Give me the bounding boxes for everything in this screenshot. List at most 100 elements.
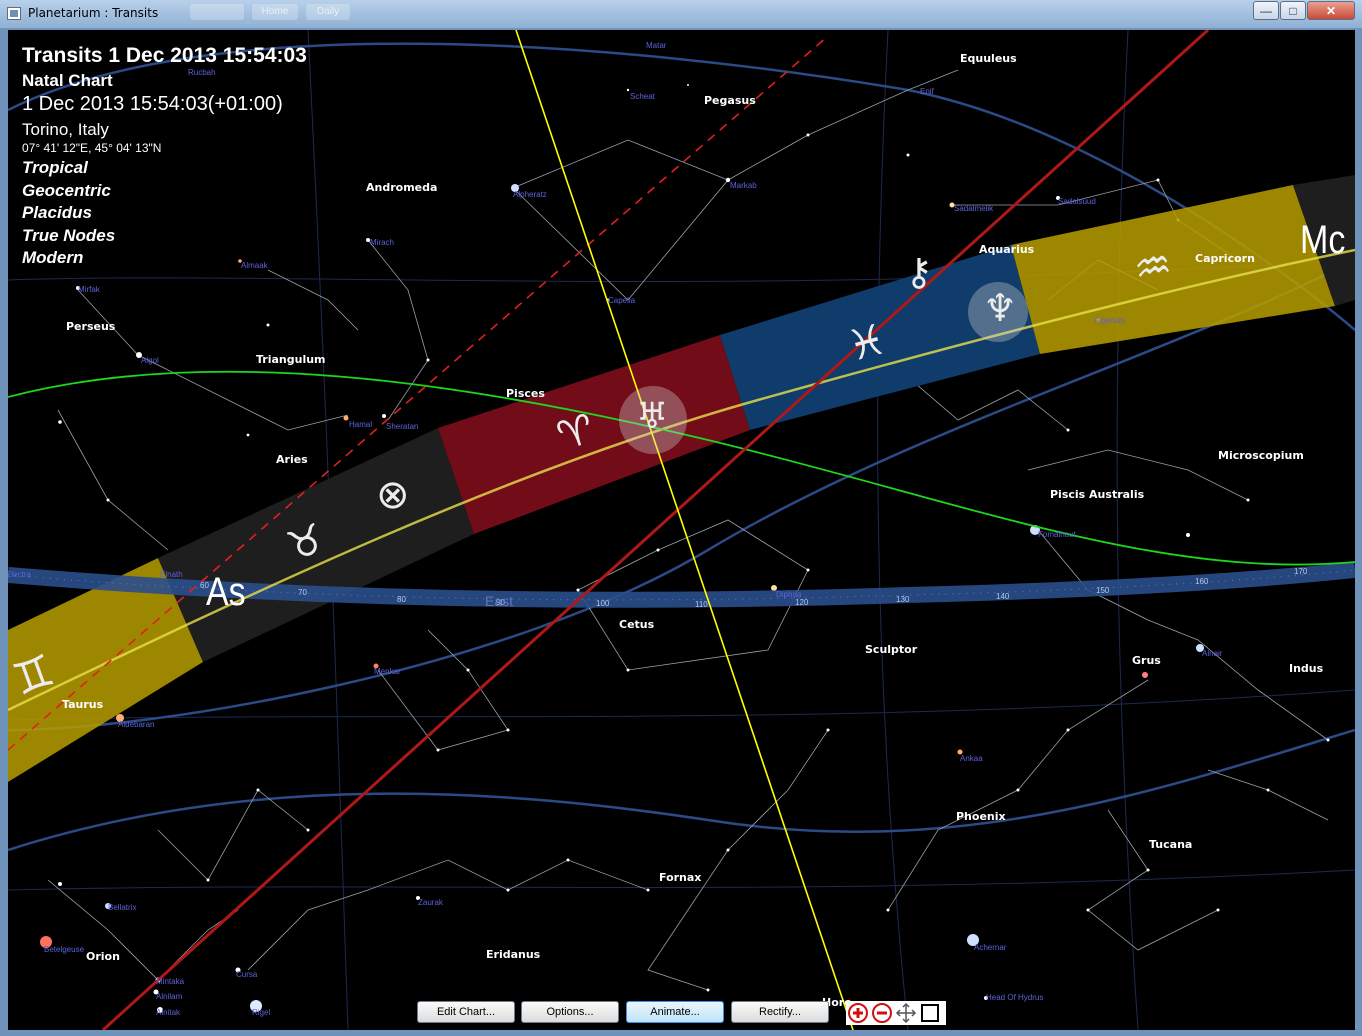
constellation-taurus: Taurus bbox=[62, 698, 104, 711]
horizon-degree-120: 120 bbox=[795, 598, 809, 607]
constellation-grus: Grus bbox=[1132, 654, 1161, 667]
star-almaak: Almaak bbox=[241, 261, 268, 270]
star-fomalhaut: Fomalhaut bbox=[1038, 530, 1076, 539]
constellation-perseus: Perseus bbox=[66, 320, 116, 333]
star-cursa: Cursa bbox=[236, 970, 258, 979]
constellation-aquarius: Aquarius bbox=[979, 243, 1035, 256]
star-alpheratz: Alpheratz bbox=[513, 190, 547, 199]
app-window: Planetarium : Transits Home Daily — □ ✕ bbox=[0, 0, 1362, 1036]
sky-map-canvas[interactable]: Transits 1 Dec 2013 15:54:03 Natal Chart… bbox=[8, 30, 1355, 1030]
constellation-pegasus: Pegasus bbox=[704, 94, 756, 107]
background-tab-2: Home bbox=[252, 4, 298, 20]
part-of-fortune-icon[interactable]: ⊗ bbox=[376, 472, 410, 518]
star-enif: Enif bbox=[920, 87, 934, 96]
horizon-degree-130: 130 bbox=[896, 595, 910, 604]
star-alnair: Alnair bbox=[1202, 649, 1223, 658]
background-tab-3: Daily bbox=[306, 4, 350, 20]
title-bar[interactable]: Planetarium : Transits Home Daily — □ ✕ bbox=[0, 0, 1362, 28]
chart-subtitle: Natal Chart bbox=[22, 71, 113, 90]
constellation-indus: Indus bbox=[1289, 662, 1324, 675]
zoom-toolbar bbox=[846, 1001, 946, 1025]
star-mirach: Mirach bbox=[370, 238, 395, 247]
horizon-degree-110: 110 bbox=[695, 600, 708, 609]
star-scheat: Scheat bbox=[630, 92, 655, 101]
star-head-of-hydrus: Head Of Hydrus bbox=[986, 993, 1044, 1002]
uranus-planet-icon[interactable]: ♅ bbox=[636, 396, 668, 437]
star-aldebaran: Aldebaran bbox=[118, 720, 155, 729]
window-title: Planetarium : Transits bbox=[28, 6, 159, 20]
node-type: True Nodes bbox=[22, 226, 116, 245]
constellation-microscopium: Microscopium bbox=[1218, 449, 1304, 462]
ascendant-marker[interactable]: As bbox=[206, 570, 246, 615]
constellation-andromeda: Andromeda bbox=[366, 181, 438, 194]
star-mintaka: Mintaka bbox=[156, 977, 185, 986]
star-ankaa: Ankaa bbox=[960, 754, 983, 763]
pan-icon[interactable] bbox=[895, 1002, 917, 1024]
star-elnath: Elnath bbox=[160, 570, 183, 579]
edit-chart-button[interactable]: Edit Chart... bbox=[417, 1001, 515, 1023]
center-type: Geocentric bbox=[22, 181, 111, 200]
horizon-degree-150: 150 bbox=[1096, 586, 1110, 595]
rectify-button[interactable]: Rectify... bbox=[731, 1001, 829, 1023]
horizon-direction-east: East bbox=[485, 593, 514, 609]
horizon-degree-170: 170 bbox=[1294, 567, 1308, 576]
planet-set: Modern bbox=[22, 248, 84, 267]
star-electra: Electra bbox=[8, 570, 31, 579]
star-markab: Markab bbox=[730, 181, 757, 190]
app-icon bbox=[7, 7, 21, 20]
constellation-cetus: Cetus bbox=[619, 618, 655, 631]
star-mirfak: Mirfak bbox=[78, 285, 100, 294]
chart-datetime: 1 Dec 2013 15:54:03(+01:00) bbox=[22, 93, 283, 115]
close-button[interactable]: ✕ bbox=[1307, 1, 1355, 20]
star-hamal: Hamal bbox=[349, 420, 373, 429]
star-alnitak: Alnitak bbox=[156, 1008, 181, 1017]
background-tab-1 bbox=[190, 4, 244, 20]
chart-coordinates: 07° 41' 12"E, 45° 04' 13"N bbox=[22, 141, 162, 155]
horizon-degree-140: 140 bbox=[996, 592, 1010, 601]
neptune-planet-icon[interactable]: ♆ bbox=[983, 286, 1017, 330]
house-system: Placidus bbox=[22, 203, 92, 222]
star-achernar: Achernar bbox=[974, 943, 1007, 952]
chiron-icon[interactable]: ⚷ bbox=[905, 250, 933, 294]
horizon-degree-100: 100 bbox=[596, 599, 610, 608]
horizon-degree-70: 70 bbox=[298, 588, 307, 597]
star-alnilam: Alnilam bbox=[156, 992, 183, 1001]
constellation-sculptor: Sculptor bbox=[865, 643, 918, 656]
constellation-capricorn: Capricorn bbox=[1195, 252, 1255, 265]
maximize-button[interactable]: □ bbox=[1280, 1, 1306, 20]
star-zaurak: Zaurak bbox=[418, 898, 443, 907]
zoom-out-icon[interactable] bbox=[871, 1002, 893, 1024]
star-matar: Matar bbox=[646, 41, 667, 50]
midheaven-marker[interactable]: Mc bbox=[1300, 218, 1345, 263]
constellation-pisces: Pisces bbox=[506, 387, 545, 400]
star-rigel: Rigel bbox=[252, 1008, 271, 1017]
star-betelgeuse: Betelgeuse bbox=[44, 945, 85, 954]
horizon-degree-160: 160 bbox=[1195, 577, 1209, 586]
options-button[interactable]: Options... bbox=[521, 1001, 619, 1023]
fit-view-icon[interactable] bbox=[919, 1002, 941, 1024]
horizon-degree-80: 80 bbox=[397, 595, 406, 604]
chart-place: Torino, Italy bbox=[22, 120, 109, 139]
zoom-in-icon[interactable] bbox=[847, 1002, 869, 1024]
star-bellatrix: Bellatrix bbox=[108, 903, 137, 912]
star-sadalsuud: Sadalsuud bbox=[1058, 197, 1096, 206]
star-algenubi: Algenubi bbox=[1094, 316, 1126, 325]
constellation-phoenix: Phoenix bbox=[956, 810, 1006, 823]
star-capella: Capella bbox=[608, 296, 636, 305]
chart-title: Transits 1 Dec 2013 15:54:03 bbox=[22, 44, 307, 67]
constellation-orion: Orion bbox=[86, 950, 120, 963]
constellation-equuleus: Equuleus bbox=[960, 52, 1017, 65]
animate-button[interactable]: Animate... bbox=[626, 1001, 724, 1023]
star-sheratan: Sheratan bbox=[386, 422, 419, 431]
zodiac-type: Tropical bbox=[22, 158, 88, 177]
constellation-eridanus: Eridanus bbox=[486, 948, 541, 961]
star-algol: Algol bbox=[141, 356, 159, 365]
star-rucbah: Rucbah bbox=[188, 68, 216, 77]
constellation-tucana: Tucana bbox=[1149, 838, 1193, 851]
minimize-button[interactable]: — bbox=[1253, 1, 1279, 20]
constellation-piscis-australis: Piscis Australis bbox=[1050, 488, 1145, 501]
constellation-triangulum: Triangulum bbox=[256, 353, 326, 366]
star-sadalmelik: Sadalmelik bbox=[954, 204, 994, 213]
constellation-aries: Aries bbox=[276, 453, 308, 466]
constellation-fornax: Fornax bbox=[659, 871, 702, 884]
